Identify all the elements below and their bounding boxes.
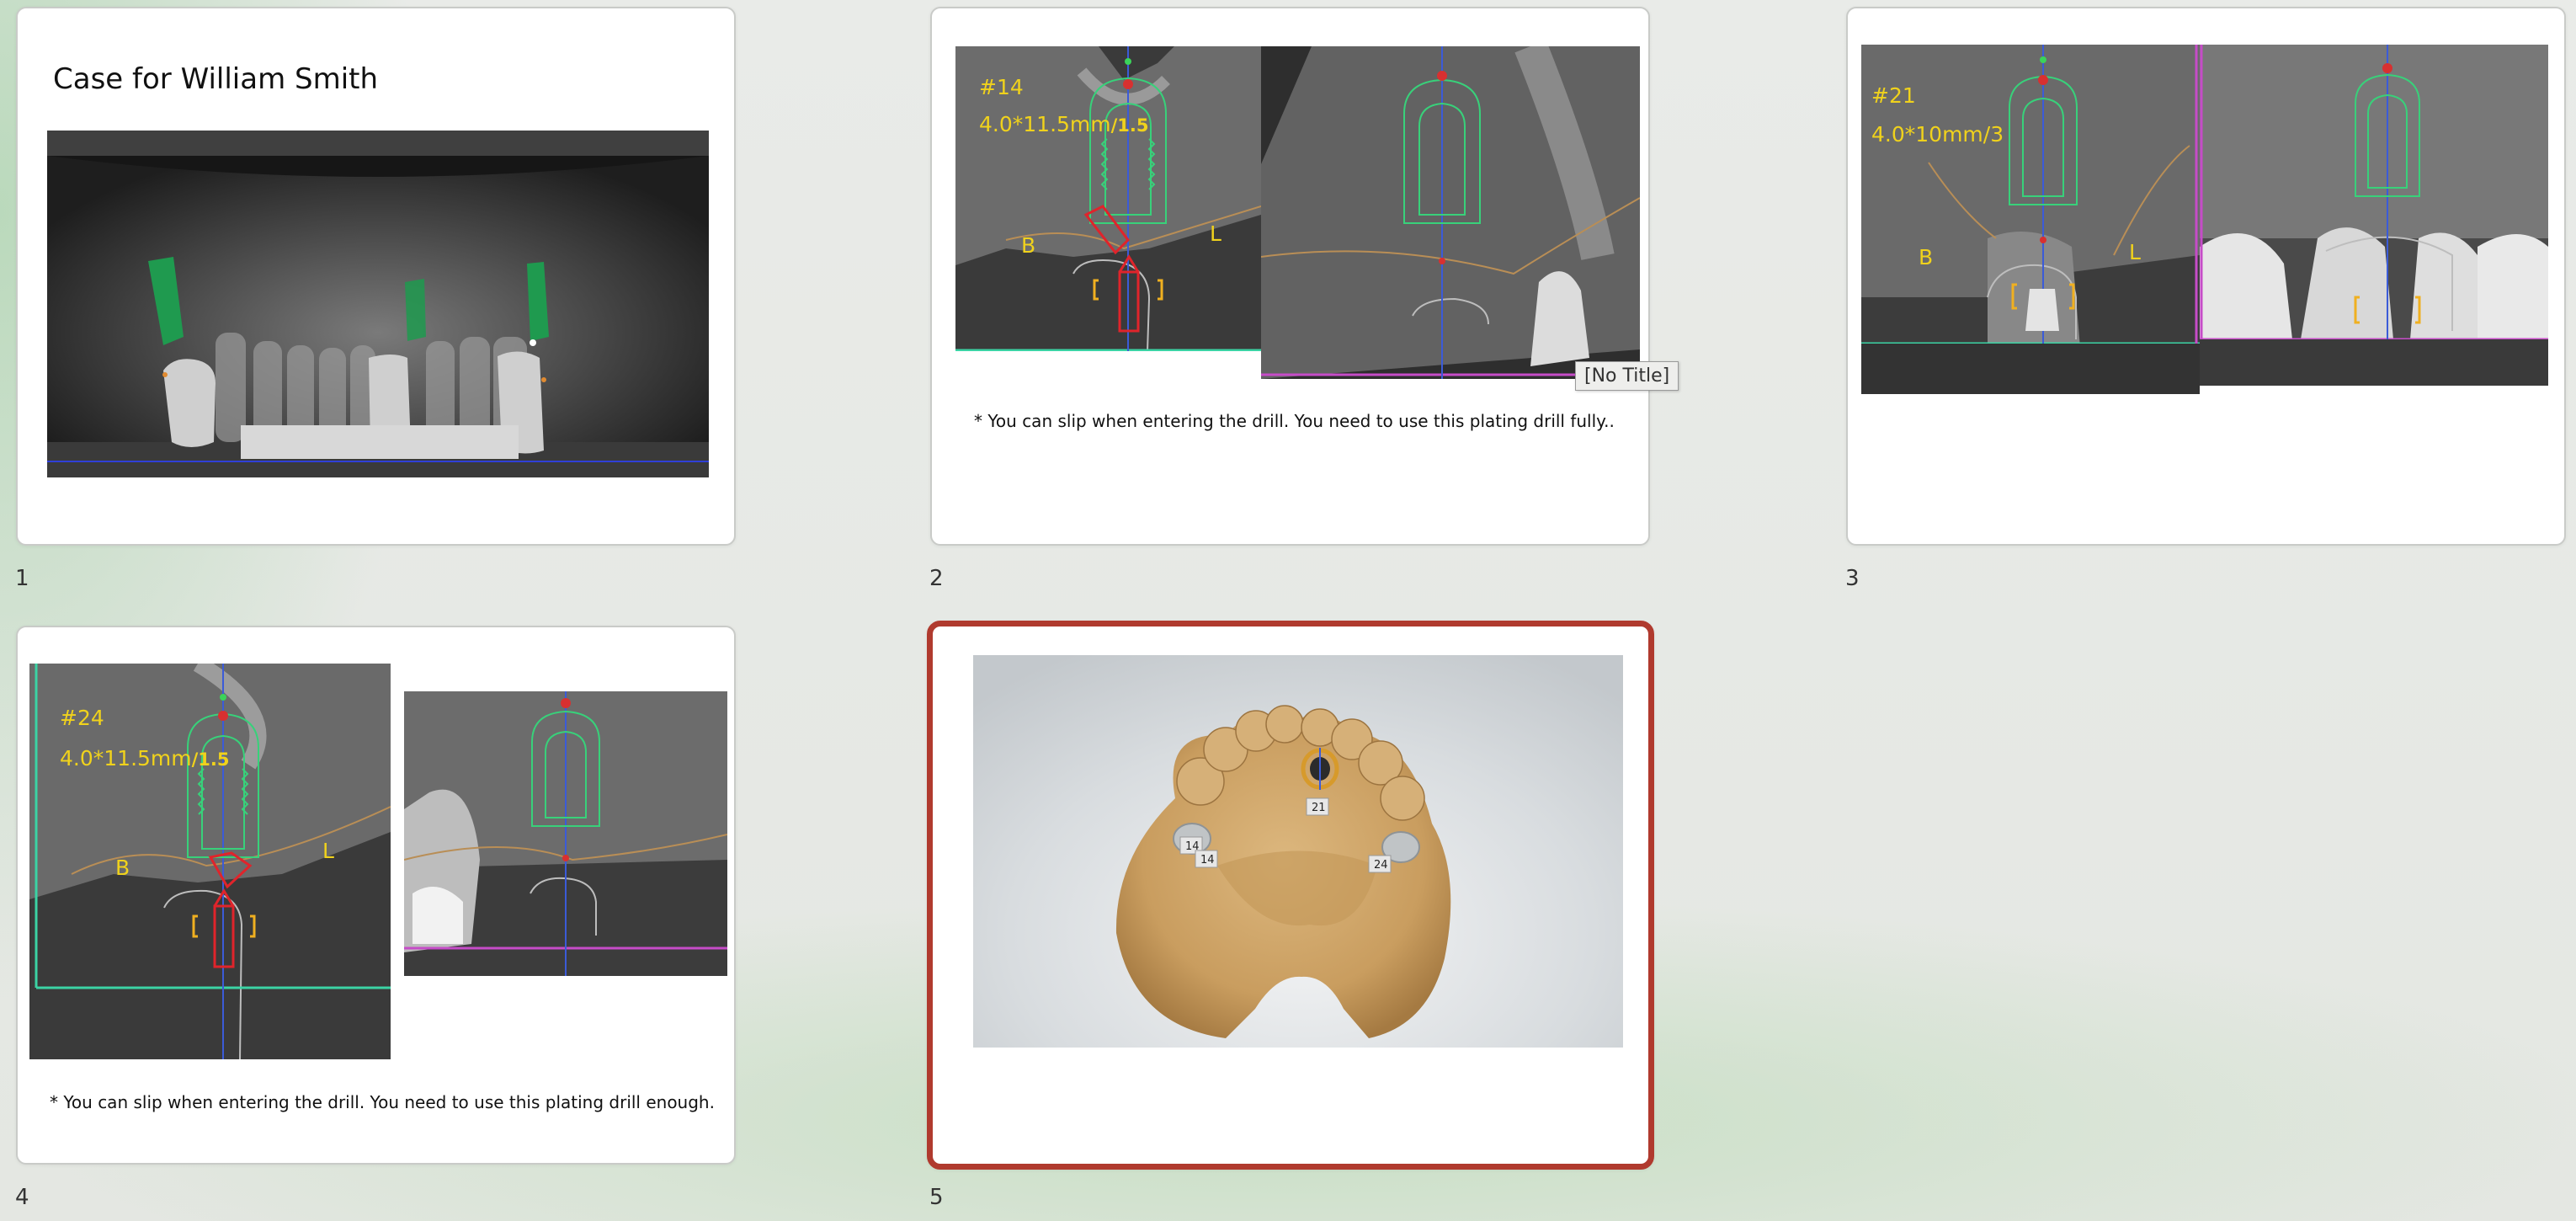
dental-3d-model-view: 21 14 14 24 <box>973 655 1623 1048</box>
slide-title: Case for William Smith <box>53 62 379 96</box>
slide-thumbnail-4[interactable]: #24 4.0*11.5mm/1.5 B L * You can slip wh… <box>16 626 736 1165</box>
implant-tag-21: 21 <box>1306 797 1329 816</box>
slide-note: * You can slip when entering the drill. … <box>50 1092 715 1112</box>
lingual-label: L <box>322 839 334 863</box>
slide-note: * You can slip when entering the drill. … <box>974 411 1615 431</box>
slide-number-4: 4 <box>15 1185 29 1210</box>
ct-cross-section-image: #21 4.0*10mm/3 B L <box>1861 45 2200 394</box>
panoramic-ct-image <box>47 131 709 477</box>
tooth-number-label: #24 <box>60 706 104 730</box>
implant-size-label: 4.0*11.5mm/1.5 <box>60 746 230 770</box>
slide-thumbnail-3[interactable]: #21 4.0*10mm/3 B L <box>1846 7 2566 546</box>
implant-tag-14-secondary: 14 <box>1195 850 1218 868</box>
buccal-label: B <box>115 856 130 880</box>
slide-thumbnail-2[interactable]: #14 4.0*11.5mm/1.5 B L * You can slip wh… <box>930 7 1650 546</box>
ct-sagittal-image <box>404 691 727 976</box>
buccal-label: B <box>1021 233 1036 258</box>
no-title-tooltip: [No Title] <box>1575 361 1679 391</box>
implant-size-label: 4.0*10mm/3 <box>1871 122 2004 147</box>
implant-tag-24: 24 <box>1368 855 1392 873</box>
slide-thumbnail-1[interactable]: Case for William Smith <box>16 7 736 546</box>
buccal-label: B <box>1919 245 1934 269</box>
svg-text:24: 24 <box>1374 859 1388 872</box>
lingual-label: L <box>1210 221 1221 246</box>
slide-number-2: 2 <box>929 566 944 591</box>
ct-cross-section-image: #14 4.0*11.5mm/1.5 B L <box>955 46 1261 351</box>
ct-sagittal-image <box>1261 46 1640 379</box>
ct-sagittal-image <box>2200 45 2548 386</box>
ct-cross-section-image: #24 4.0*11.5mm/1.5 B L <box>29 664 391 1059</box>
slide-number-1: 1 <box>15 566 29 591</box>
svg-text:21: 21 <box>1312 802 1326 814</box>
slide-number-3: 3 <box>1845 566 1860 591</box>
svg-text:14: 14 <box>1200 854 1215 866</box>
tooth-number-label: #21 <box>1871 83 1916 108</box>
slide-number-5: 5 <box>929 1185 944 1210</box>
implant-size-label: 4.0*11.5mm/1.5 <box>979 112 1149 136</box>
tooth-number-label: #14 <box>979 75 1024 99</box>
lingual-label: L <box>2129 240 2141 264</box>
